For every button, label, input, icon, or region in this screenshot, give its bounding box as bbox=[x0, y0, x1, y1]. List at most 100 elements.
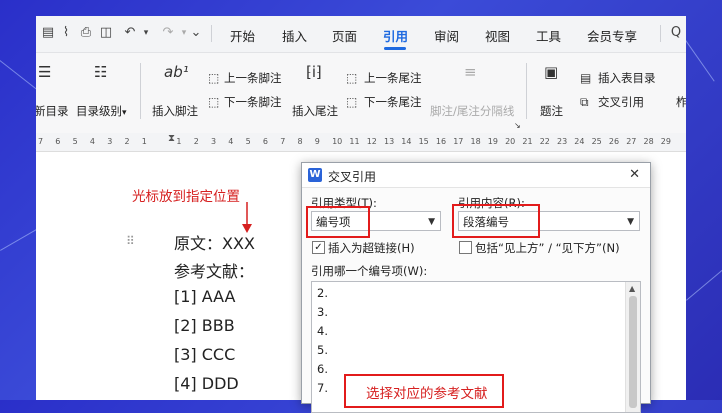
tab-insert[interactable]: 插入 bbox=[282, 26, 307, 45]
insert-table-of-figures-button[interactable]: 插入表目录 bbox=[598, 70, 656, 86]
close-icon[interactable]: ✕ bbox=[629, 167, 640, 182]
ruler-tick: 16 bbox=[435, 137, 447, 146]
annotation-cursor-position: 光标放到指定位置 bbox=[132, 189, 240, 205]
toc-level-button[interactable]: 目录级别▾ bbox=[76, 103, 127, 119]
ruler-tick: 13 bbox=[384, 137, 395, 146]
new-toc-button[interactable]: 新目录 bbox=[36, 103, 69, 119]
dialog-title: 交叉引用 bbox=[328, 170, 377, 184]
ruler-tick: 18 bbox=[470, 137, 481, 146]
ruler-tick: 23 bbox=[557, 137, 568, 146]
ruler-tick: 3 bbox=[107, 137, 113, 146]
ruler-tick: 24 bbox=[574, 137, 585, 146]
insert-hyperlink-label[interactable]: 插入为超链接(H) bbox=[328, 240, 415, 256]
next-endnote-icon: ⬚ bbox=[346, 95, 358, 109]
more-ribbon-button[interactable]: 柞 bbox=[676, 94, 686, 110]
ruler-tick: 20 bbox=[505, 137, 516, 146]
ruler-tick: 26 bbox=[608, 137, 620, 146]
menu-bar: ▤ ⌇ ⎙ ◫ ↶ ▾ ↷ ▾ ⌄ 开始 插入 页面 引用 审阅 视图 工具 会… bbox=[36, 16, 686, 53]
ribbon-references: ☰ 新目录 ☷ 目录级别▾ ab¹ 插入脚注 ⬚ 上一条脚注 ⬚ 下一条脚注 ⁅… bbox=[36, 53, 686, 134]
ruler-tick: 5 bbox=[72, 137, 78, 146]
prev-endnote-button[interactable]: 上一条尾注 bbox=[364, 70, 422, 86]
tab-tools[interactable]: 工具 bbox=[536, 26, 561, 45]
next-endnote-button[interactable]: 下一条尾注 bbox=[364, 94, 422, 110]
reference-item[interactable]: [4] DDD bbox=[174, 374, 239, 393]
scroll-thumb[interactable] bbox=[629, 296, 637, 408]
insert-hyperlink-checkbox[interactable]: ✓ bbox=[312, 241, 325, 254]
prev-footnote-button[interactable]: 上一条脚注 bbox=[224, 70, 282, 86]
indent-marker-icon[interactable]: ⧗ bbox=[168, 133, 175, 144]
insert-endnote-button[interactable]: 插入尾注 bbox=[292, 103, 338, 119]
insert-footnote-button[interactable]: 插入脚注 bbox=[152, 103, 198, 119]
tab-view[interactable]: 视图 bbox=[485, 26, 510, 45]
divider bbox=[660, 25, 661, 42]
reference-item[interactable]: [2] BBB bbox=[174, 316, 235, 335]
ruler-tick: 27 bbox=[626, 137, 637, 146]
wps-logo-icon: W bbox=[308, 168, 322, 182]
include-above-below-checkbox[interactable] bbox=[459, 241, 472, 254]
list-item[interactable]: 3. bbox=[317, 305, 328, 319]
drag-handle-icon[interactable]: ⠿ bbox=[126, 234, 135, 248]
scroll-up-icon[interactable]: ▲ bbox=[629, 284, 635, 293]
tab-member[interactable]: 会员专享 bbox=[587, 26, 637, 45]
search-icon[interactable]: Q bbox=[668, 25, 684, 41]
references-heading[interactable]: 参考文献： bbox=[174, 258, 254, 282]
ruler-tick: 15 bbox=[418, 137, 429, 146]
endnote-icon[interactable]: ⁅i⁆ bbox=[306, 63, 322, 81]
footnote-separator-button[interactable]: 脚注/尾注分隔线 bbox=[430, 103, 514, 119]
ruler-tick: 2 bbox=[124, 137, 130, 146]
paperclip-icon[interactable]: ⌇ bbox=[58, 25, 74, 41]
ruler-tick: 29 bbox=[660, 137, 671, 146]
more-icon[interactable]: ⌄ bbox=[188, 25, 204, 41]
ruler-tick: 5 bbox=[245, 137, 251, 146]
horizontal-ruler: 7 6 5 4 3 2 1 1 2 3 4 5 6 7 8 9 10 11 12 13 14 15 16 17 18 19 20 21… bbox=[36, 133, 686, 152]
highlight-ref-content bbox=[452, 204, 540, 238]
toc-level-icon[interactable]: ☷ bbox=[94, 63, 107, 81]
list-item[interactable]: 4. bbox=[317, 324, 328, 338]
undo-dropdown-icon[interactable]: ▾ bbox=[138, 25, 154, 41]
caption-button[interactable]: 题注 bbox=[540, 103, 563, 119]
ruler-tick: 2 bbox=[193, 137, 199, 146]
caption-icon[interactable]: ▣ bbox=[544, 63, 558, 81]
list-item[interactable]: 5. bbox=[317, 343, 328, 357]
redo-icon[interactable]: ↷ bbox=[160, 25, 176, 41]
active-tab-indicator bbox=[384, 47, 406, 50]
next-footnote-icon: ⬚ bbox=[208, 95, 220, 109]
preview-icon[interactable]: ◫ bbox=[98, 25, 114, 41]
tab-page[interactable]: 页面 bbox=[332, 26, 357, 45]
reference-item[interactable]: [3] CCC bbox=[174, 345, 235, 364]
ruler-tick: 4 bbox=[228, 137, 234, 146]
list-item[interactable]: 7. bbox=[317, 381, 328, 395]
list-item[interactable]: 6. bbox=[317, 362, 328, 376]
toc-icon[interactable]: ☰ bbox=[38, 63, 51, 81]
ruler-tick: 14 bbox=[401, 137, 412, 146]
tab-review[interactable]: 审阅 bbox=[434, 26, 459, 45]
ruler-tick: 7 bbox=[280, 137, 286, 146]
ruler-tick: 9 bbox=[314, 137, 320, 146]
ruler-tick: 21 bbox=[522, 137, 533, 146]
ruler-tick: 6 bbox=[55, 137, 61, 146]
ruler-tick: 1 bbox=[141, 137, 147, 146]
ruler-tick: 25 bbox=[591, 137, 602, 146]
ruler-tick: 1 bbox=[176, 137, 182, 146]
cross-reference-button[interactable]: 交叉引用 bbox=[598, 94, 644, 110]
line-original[interactable]: 原文：XXX bbox=[174, 230, 255, 254]
highlight-ref-type bbox=[306, 206, 370, 238]
list-item[interactable]: 2. bbox=[317, 286, 328, 300]
save-icon[interactable]: ▤ bbox=[40, 25, 56, 41]
ruler-tick: 11 bbox=[349, 137, 360, 146]
next-footnote-button[interactable]: 下一条脚注 bbox=[224, 94, 282, 110]
list-scrollbar[interactable]: ▲ bbox=[625, 282, 640, 412]
ruler-tick: 12 bbox=[366, 137, 377, 146]
print-icon[interactable]: ⎙ bbox=[78, 25, 94, 41]
reference-item[interactable]: [1] AAA bbox=[174, 287, 235, 306]
dialog-title-bar[interactable]: W 交叉引用 ✕ bbox=[302, 163, 650, 188]
ruler-tick: 8 bbox=[297, 137, 303, 146]
tab-start[interactable]: 开始 bbox=[230, 26, 255, 45]
tab-references[interactable]: 引用 bbox=[383, 26, 408, 45]
prev-footnote-icon: ⬚ bbox=[208, 71, 220, 85]
footnote-icon[interactable]: ab¹ bbox=[164, 63, 189, 81]
undo-icon[interactable]: ↶ bbox=[122, 25, 138, 41]
include-above-below-label[interactable]: 包括“见上方” / “见下方”(N) bbox=[475, 240, 620, 256]
prev-endnote-icon: ⬚ bbox=[346, 71, 358, 85]
cross-reference-dialog: W 交叉引用 ✕ 引用类型(T): 编号项 ▼ 引用内容(R): 段落编号 ▼ … bbox=[301, 162, 651, 413]
